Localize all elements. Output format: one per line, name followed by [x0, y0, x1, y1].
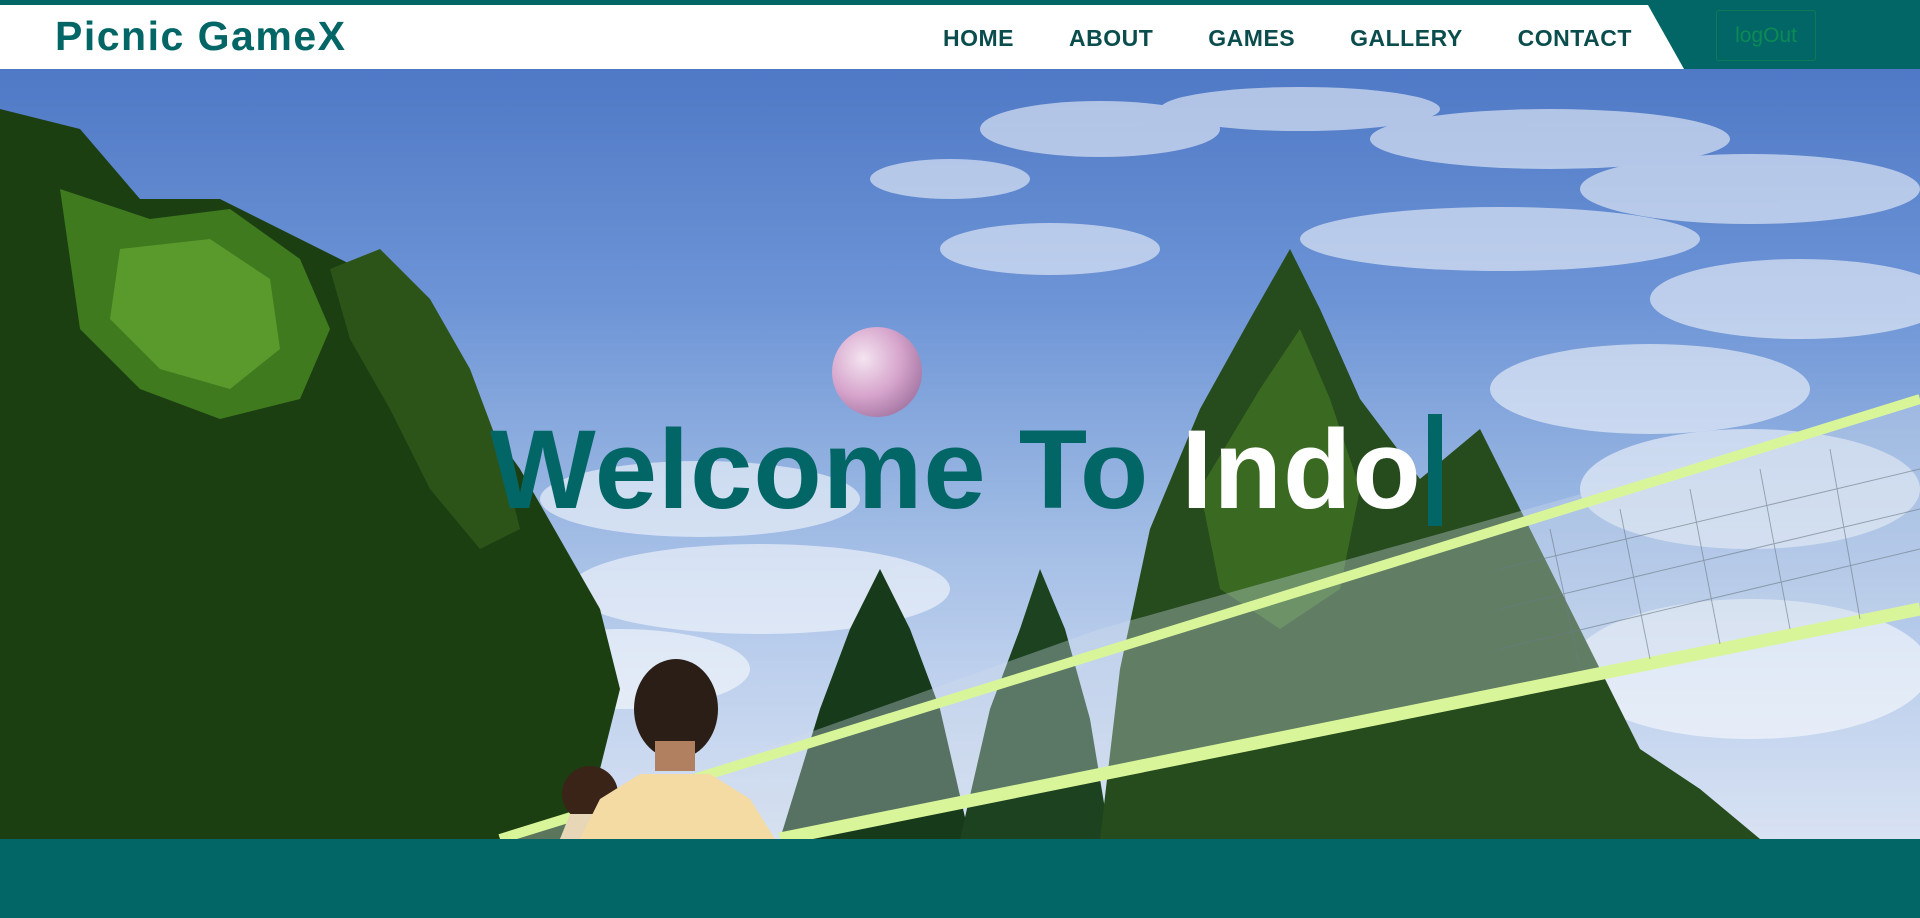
navbar: Picnic GameX HOME ABOUT GAMES GALLERY CO… — [0, 5, 1920, 69]
volleyball — [832, 327, 922, 417]
logout-button[interactable]: logOut — [1716, 10, 1816, 61]
footer-band — [0, 839, 1920, 918]
hero-title-typed: Indo — [1181, 407, 1422, 532]
hero-title: Welcome To Indo — [490, 414, 1442, 526]
nav-link-games[interactable]: GAMES — [1208, 27, 1295, 50]
nav-menu: HOME ABOUT GAMES GALLERY CONTACT — [943, 27, 1632, 50]
nav-link-about[interactable]: ABOUT — [1069, 27, 1153, 50]
hero-title-static: Welcome To — [490, 407, 1182, 532]
nav-link-home[interactable]: HOME — [943, 27, 1014, 50]
nav-link-gallery[interactable]: GALLERY — [1350, 27, 1463, 50]
brand-logo[interactable]: Picnic GameX — [55, 16, 346, 57]
typing-cursor-icon — [1427, 414, 1442, 526]
hero-banner: Welcome To Indo — [0, 69, 1920, 839]
nav-link-contact[interactable]: CONTACT — [1518, 27, 1632, 50]
